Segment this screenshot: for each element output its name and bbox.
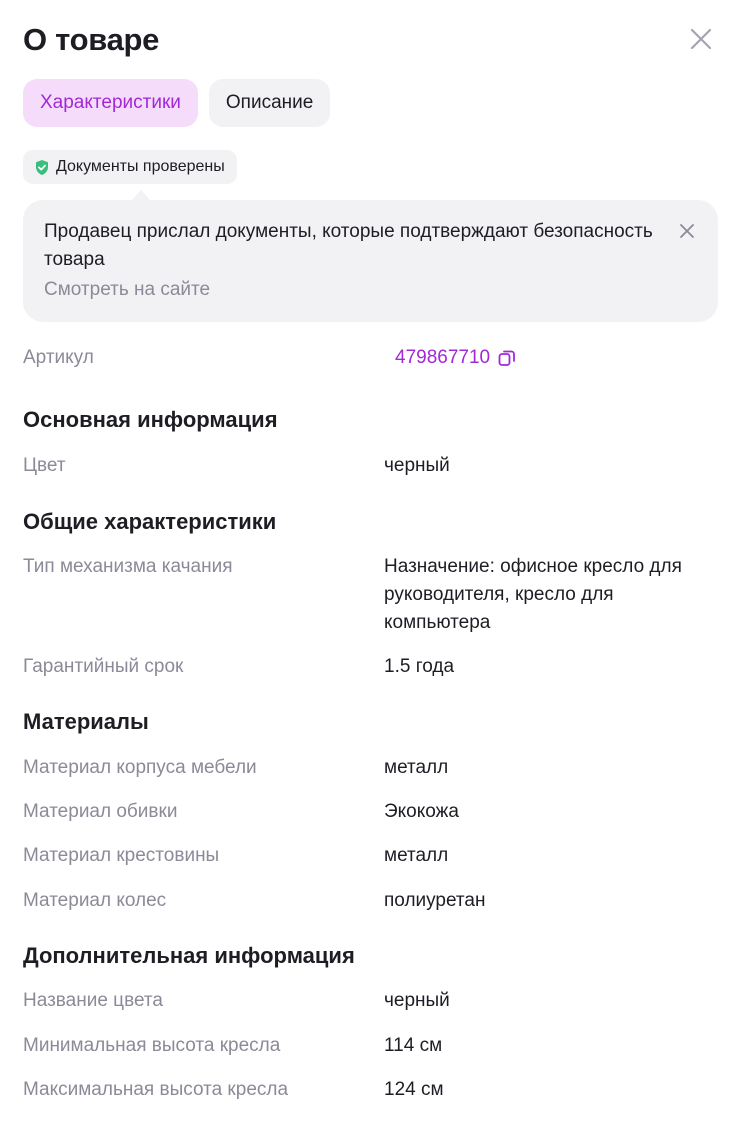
tab-characteristics[interactable]: Характеристики	[23, 79, 198, 127]
tab-description[interactable]: Описание	[208, 79, 331, 127]
property-label: Минимальная высота кресла	[23, 1035, 281, 1056]
tooltip-arrow	[132, 190, 150, 200]
article-copy-button[interactable]: 479867710	[395, 347, 517, 369]
property-value: 124 см	[384, 1079, 444, 1100]
tooltip-close-button[interactable]	[677, 221, 697, 241]
close-icon	[690, 28, 712, 50]
article-label: Артикул	[23, 347, 94, 368]
property-label: Тип механизма качания	[23, 556, 233, 577]
property-value: полиуретан	[384, 890, 486, 911]
page-title: О товаре	[23, 22, 160, 57]
property-label: Название цвета	[23, 990, 163, 1011]
property-value: 1.5 года	[384, 656, 455, 677]
property-value: черный	[384, 455, 450, 476]
property-value: Экокожа	[384, 801, 459, 822]
property-value: металл	[384, 757, 449, 778]
tab-bar: Характеристики Описание	[23, 79, 331, 127]
documents-tooltip: Продавец прислал документы, которые подт…	[23, 200, 718, 322]
close-icon	[680, 224, 694, 238]
article-value: 479867710	[395, 347, 491, 368]
documents-verified-label: Документы проверены	[56, 158, 225, 175]
property-value: 114 см	[384, 1035, 443, 1056]
section-heading-general: Общие характеристики	[23, 509, 277, 534]
property-label: Гарантийный срок	[23, 656, 184, 677]
property-label: Материал обивки	[23, 801, 178, 822]
property-label: Материал колес	[23, 890, 167, 911]
property-value: черный	[384, 990, 450, 1011]
section-heading-main-info: Основная информация	[23, 407, 278, 432]
property-label: Материал корпуса мебели	[23, 757, 257, 778]
view-on-site-link[interactable]: Смотреть на сайте	[44, 279, 658, 301]
property-label: Материал крестовины	[23, 845, 220, 866]
property-value: Назначение: офисное кресло для руководит…	[384, 556, 682, 633]
shield-check-icon	[36, 159, 48, 175]
tooltip-text: Продавец прислал документы, которые подт…	[44, 221, 653, 270]
property-value: металл	[384, 845, 449, 866]
property-label: Максимальная высота кресла	[23, 1079, 289, 1100]
section-heading-materials: Материалы	[23, 709, 149, 734]
documents-verified-badge[interactable]: Документы проверены	[23, 150, 237, 184]
copy-icon	[498, 350, 516, 366]
section-heading-additional: Дополнительная информация	[23, 943, 355, 968]
close-button[interactable]	[684, 22, 718, 56]
property-label: Цвет	[23, 455, 66, 476]
